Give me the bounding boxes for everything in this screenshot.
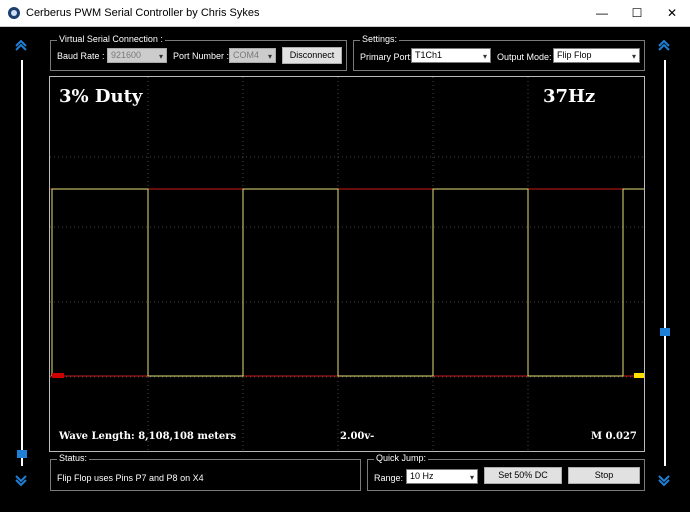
chevron-down-icon: ▾ — [469, 473, 474, 482]
quick-jump-group: Quick Jump: Range: 10 Hz ▾ Set 50% DC St… — [367, 453, 645, 491]
title-bar: Cerberus PWM Serial Controller by Chris … — [0, 0, 690, 27]
primary-port-value: T1Ch1 — [415, 50, 443, 60]
right-slider-up-icon[interactable] — [657, 40, 671, 54]
range-label: Range: — [374, 473, 404, 483]
primary-port-select[interactable]: T1Ch1 ▾ — [411, 48, 491, 63]
window-title: Cerberus PWM Serial Controller by Chris … — [26, 7, 260, 19]
left-slider-down-icon[interactable] — [14, 474, 28, 488]
waveform-canvas — [50, 77, 644, 451]
right-slider-track[interactable] — [664, 60, 666, 466]
voltage-scale-readout: 2.00v- — [340, 431, 375, 442]
serial-connection-legend: Virtual Serial Connection : — [57, 34, 165, 44]
duty-cycle-readout: 3% Duty — [59, 86, 143, 107]
stop-button[interactable]: Stop — [568, 467, 640, 484]
port-number-select[interactable]: COM4 ▾ — [229, 48, 276, 63]
chevron-down-icon: ▾ — [631, 52, 636, 61]
maximize-button[interactable]: ☐ — [620, 0, 654, 26]
left-slider-track[interactable] — [21, 60, 23, 466]
wave-length-readout: Wave Length: 8,108,108 meters — [59, 431, 237, 442]
settings-legend: Settings: — [360, 34, 400, 44]
output-mode-label: Output Mode: — [497, 52, 552, 62]
baud-rate-select[interactable]: 921600 ▾ — [107, 48, 167, 63]
status-group: Status: Flip Flop uses Pins P7 and P8 on… — [50, 453, 361, 491]
chevron-down-icon: ▾ — [158, 52, 163, 61]
left-slider-up-icon[interactable] — [14, 40, 28, 54]
frequency-readout: 37Hz — [543, 86, 596, 107]
right-slider-down-icon[interactable] — [657, 474, 671, 488]
marker-readout: M 0.027 — [591, 431, 637, 442]
waveform-display: 3% Duty 37Hz Wave Length: 8,108,108 mete… — [49, 76, 645, 452]
scope-grid — [50, 77, 644, 451]
left-level-marker — [52, 373, 64, 378]
close-button[interactable]: ✕ — [655, 0, 689, 26]
app-icon — [8, 7, 20, 19]
settings-group: Settings: Primary Port: T1Ch1 ▾ Output M… — [353, 34, 645, 71]
serial-connection-group: Virtual Serial Connection : Baud Rate : … — [50, 34, 347, 71]
disconnect-button[interactable]: Disconnect — [282, 47, 342, 64]
right-level-marker — [634, 373, 644, 378]
right-slider-thumb[interactable] — [660, 328, 670, 337]
chevron-down-icon: ▾ — [482, 52, 487, 61]
pwm-waveform — [51, 188, 644, 377]
quick-jump-legend: Quick Jump: — [374, 453, 429, 463]
baud-rate-value: 921600 — [111, 50, 142, 60]
output-mode-select[interactable]: Flip Flop ▾ — [553, 48, 640, 63]
primary-port-label: Primary Port: — [360, 52, 413, 62]
range-value: 10 Hz — [410, 471, 434, 481]
chevron-down-icon: ▾ — [267, 52, 272, 61]
baud-rate-label: Baud Rate : — [57, 51, 105, 61]
status-legend: Status: — [57, 453, 90, 463]
status-text: Flip Flop uses Pins P7 and P8 on X4 — [57, 473, 204, 483]
output-mode-value: Flip Flop — [557, 50, 592, 60]
port-number-value: COM4 — [233, 50, 260, 60]
minimize-button[interactable]: — — [585, 0, 619, 26]
port-number-label: Port Number : — [173, 51, 230, 61]
range-select[interactable]: 10 Hz ▾ — [406, 469, 478, 484]
set-50-dc-button[interactable]: Set 50% DC — [484, 467, 562, 484]
left-slider-thumb[interactable] — [17, 449, 27, 458]
